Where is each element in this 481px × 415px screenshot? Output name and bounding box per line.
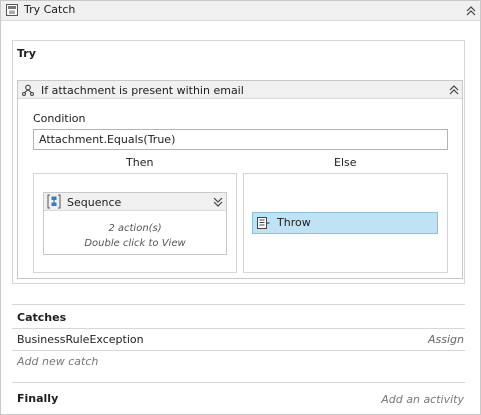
activity-title: Try Catch	[24, 3, 76, 16]
double-chevron-up-icon[interactable]	[448, 84, 460, 96]
throw-icon	[257, 217, 270, 229]
condition-label: Condition	[33, 112, 86, 125]
double-chevron-down-icon[interactable]	[212, 196, 224, 208]
if-activity-title: If attachment is present within email	[41, 84, 244, 97]
divider	[12, 350, 465, 351]
if-branch-icon	[21, 83, 35, 97]
try-label: Try	[17, 47, 36, 60]
throw-label: Throw	[277, 216, 311, 229]
divider	[12, 304, 465, 305]
divider	[12, 382, 465, 383]
add-new-catch-link[interactable]: Add new catch	[17, 355, 98, 368]
sequence-action-count: 2 action(s)	[108, 223, 162, 234]
try-catch-icon	[6, 4, 18, 16]
finally-label: Finally	[17, 392, 59, 405]
sequence-hint: Double click to View	[84, 238, 186, 249]
catch-exception-type[interactable]: BusinessRuleException	[17, 333, 144, 346]
condition-input[interactable]	[33, 129, 448, 150]
else-label: Else	[334, 156, 357, 169]
sequence-summary: 2 action(s) Double click to View	[44, 221, 226, 251]
double-chevron-up-icon[interactable]	[465, 5, 477, 17]
sequence-title: Sequence	[67, 196, 122, 209]
then-label: Then	[126, 156, 154, 169]
catch-action[interactable]: Assign	[428, 333, 464, 346]
add-activity-drop-zone[interactable]: Add an activity	[381, 393, 464, 406]
sequence-icon	[47, 194, 61, 209]
catches-label: Catches	[17, 311, 67, 324]
